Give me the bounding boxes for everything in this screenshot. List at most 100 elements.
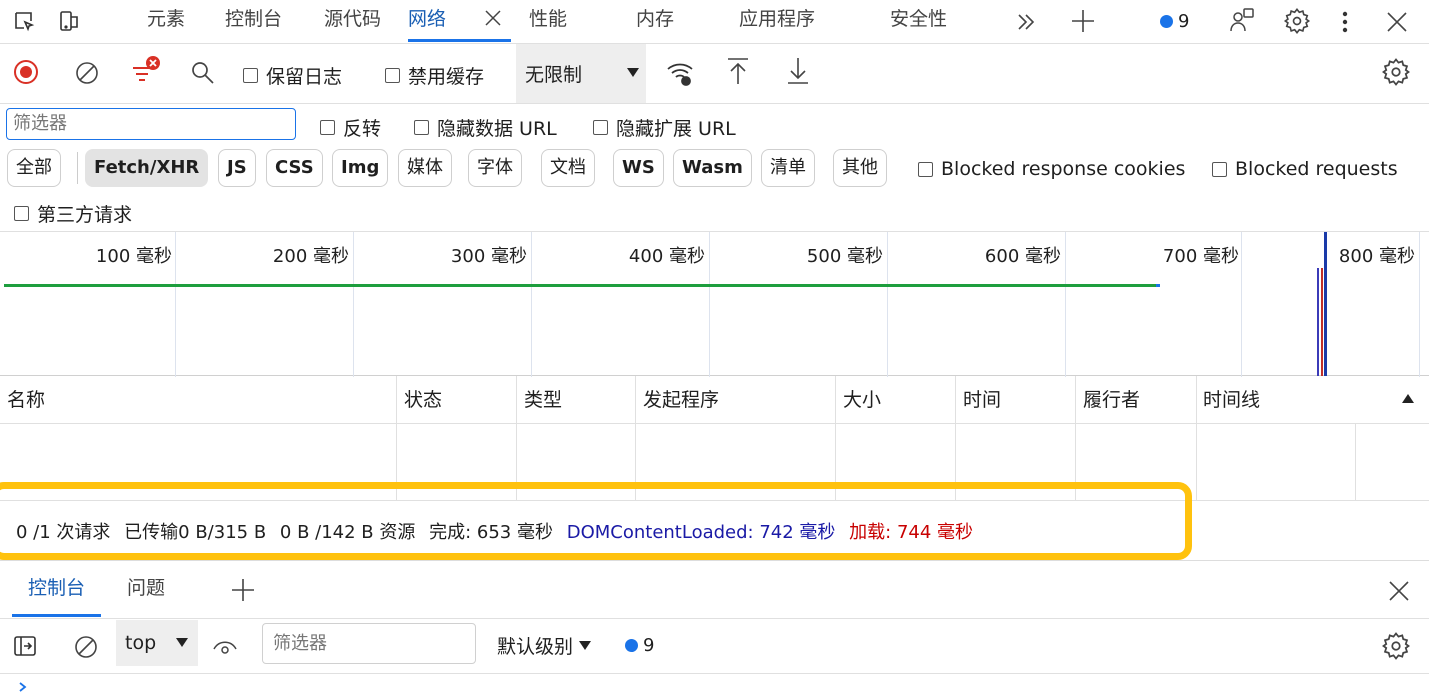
sort-ascending-icon[interactable] — [1402, 394, 1414, 404]
column-separator[interactable] — [516, 376, 517, 500]
column-fulfilled-by[interactable]: 履行者 — [1076, 376, 1140, 424]
grid-line — [353, 232, 354, 377]
type-filter-other[interactable]: 其他 — [833, 149, 887, 187]
type-filter-js[interactable]: JS — [218, 149, 256, 187]
tab-console[interactable]: 控制台 — [225, 0, 282, 42]
third-party-requests-label: 第三方请求 — [37, 204, 133, 226]
column-name[interactable]: 名称 — [0, 376, 45, 424]
column-waterfall[interactable]: 时间线 — [1196, 376, 1260, 424]
third-party-requests-checkbox[interactable]: 第三方请求 — [14, 200, 132, 227]
type-filter-font[interactable]: 字体 — [468, 149, 522, 187]
column-separator[interactable] — [955, 376, 956, 500]
console-issues-counter[interactable]: 9 — [625, 635, 654, 656]
close-icon[interactable] — [483, 0, 503, 38]
filter-input[interactable]: 筛选器 — [6, 108, 296, 140]
javascript-context-select[interactable]: top — [116, 620, 198, 666]
invert-checkbox[interactable]: 反转 — [320, 114, 381, 141]
drawer-tab-issues[interactable]: 问题 — [127, 561, 165, 617]
add-drawer-tab-plus-icon[interactable] — [230, 577, 256, 603]
type-filter-manifest[interactable]: 清单 — [761, 149, 815, 187]
close-devtools-icon[interactable] — [1385, 10, 1409, 34]
inspect-element-icon[interactable] — [12, 9, 36, 33]
import-har-upload-icon[interactable] — [725, 56, 751, 86]
checkbox-box[interactable] — [414, 120, 429, 135]
blocked-response-cookies-checkbox[interactable]: Blocked response cookies — [918, 158, 1185, 180]
throttling-select[interactable]: 无限制 — [516, 44, 646, 103]
checkbox-box[interactable] — [243, 68, 258, 83]
load-marker-line — [1321, 268, 1323, 376]
filter-active-icon[interactable] — [130, 54, 164, 86]
checkbox-box[interactable] — [593, 120, 608, 135]
console-filter-input[interactable]: 筛选器 — [262, 623, 476, 664]
issues-counter[interactable]: 9 — [1160, 11, 1189, 32]
console-issues-count: 9 — [643, 635, 655, 656]
checkbox-box[interactable] — [14, 206, 29, 221]
disable-cache-label: 禁用缓存 — [408, 66, 485, 88]
column-separator[interactable] — [396, 376, 397, 500]
column-initiator[interactable]: 发起程序 — [636, 376, 719, 424]
show-sidebar-icon[interactable] — [14, 636, 36, 656]
type-filter-media[interactable]: 媒体 — [398, 149, 452, 187]
blocked-requests-checkbox[interactable]: Blocked requests — [1212, 158, 1398, 180]
type-filter-css[interactable]: CSS — [266, 149, 323, 187]
column-time[interactable]: 时间 — [956, 376, 1001, 424]
type-filter-img[interactable]: Img — [332, 149, 389, 187]
hide-extension-urls-checkbox[interactable]: 隐藏扩展 URL — [593, 114, 736, 141]
throttling-value: 无限制 — [525, 64, 583, 86]
live-expression-eye-icon[interactable] — [212, 636, 238, 658]
checkbox-box[interactable] — [320, 120, 335, 135]
column-separator[interactable] — [835, 376, 836, 500]
tab-elements[interactable]: 元素 — [147, 0, 185, 42]
tab-security[interactable]: 安全性 — [890, 0, 947, 42]
type-filter-all[interactable]: 全部 — [7, 149, 61, 187]
log-level-value: 默认级别 — [497, 636, 574, 658]
network-summary-bar: 0 /1 次请求 已传输0 B/315 B 0 B /142 B 资源 完成: … — [0, 500, 1429, 560]
clear-console-icon[interactable] — [73, 634, 99, 660]
network-overview-timeline[interactable]: 100 毫秒 200 毫秒 300 毫秒 400 毫秒 500 毫秒 600 毫… — [0, 231, 1429, 377]
tab-memory[interactable]: 内存 — [636, 0, 674, 42]
checkbox-box[interactable] — [1212, 161, 1227, 177]
preserve-log-checkbox[interactable]: 保留日志 — [243, 62, 342, 89]
tick-label: 500 毫秒 — [806, 246, 883, 267]
device-toolbar-icon[interactable] — [57, 9, 81, 33]
more-tabs-chevron-icon[interactable] — [1014, 10, 1038, 34]
more-options-kebab-icon[interactable] — [1340, 9, 1350, 35]
settings-gear-icon[interactable] — [1283, 7, 1311, 35]
column-separator[interactable] — [1196, 376, 1197, 500]
column-size[interactable]: 大小 — [836, 376, 881, 424]
record-stop-icon[interactable] — [13, 59, 39, 85]
log-level-select[interactable]: 默认级别 — [497, 632, 592, 659]
column-separator[interactable] — [1075, 376, 1076, 500]
hide-data-urls-checkbox[interactable]: 隐藏数据 URL — [414, 114, 557, 141]
add-tab-plus-icon[interactable] — [1070, 8, 1096, 34]
console-settings-gear-icon[interactable] — [1381, 631, 1411, 661]
tab-application[interactable]: 应用程序 — [739, 0, 815, 42]
disable-cache-checkbox[interactable]: 禁用缓存 — [385, 62, 484, 89]
network-conditions-wifi-icon[interactable] — [665, 58, 695, 88]
tick-label: 400 毫秒 — [628, 246, 705, 267]
tab-sources[interactable]: 源代码 — [324, 0, 381, 42]
search-icon[interactable] — [190, 60, 216, 86]
type-filter-fetch-xhr[interactable]: Fetch/XHR — [85, 149, 209, 187]
column-type[interactable]: 类型 — [517, 376, 562, 424]
close-drawer-icon[interactable] — [1387, 579, 1411, 603]
checkbox-box[interactable] — [918, 161, 933, 177]
console-prompt-chevron-icon[interactable] — [17, 680, 29, 692]
network-settings-gear-icon[interactable] — [1381, 57, 1411, 87]
type-filter-doc[interactable]: 文档 — [541, 149, 595, 187]
customize-icon[interactable] — [1228, 6, 1256, 34]
type-filter-ws[interactable]: WS — [613, 149, 664, 187]
type-filter-wasm[interactable]: Wasm — [673, 149, 752, 187]
checkbox-box[interactable] — [385, 68, 400, 83]
tab-network[interactable]: 网络 — [408, 0, 511, 42]
hide-data-urls-label: 隐藏数据 URL — [437, 118, 557, 140]
tab-performance[interactable]: 性能 — [529, 0, 567, 42]
console-toolbar: 9 — [0, 618, 1429, 674]
column-separator[interactable] — [635, 376, 636, 500]
column-status[interactable]: 状态 — [397, 376, 442, 424]
drawer-tab-console[interactable]: 控制台 — [12, 561, 102, 617]
grid-line — [1065, 232, 1066, 377]
clear-icon[interactable] — [74, 60, 100, 86]
export-har-download-icon[interactable] — [785, 56, 811, 86]
resources-size: 0 B /142 B 资源 — [279, 522, 416, 543]
